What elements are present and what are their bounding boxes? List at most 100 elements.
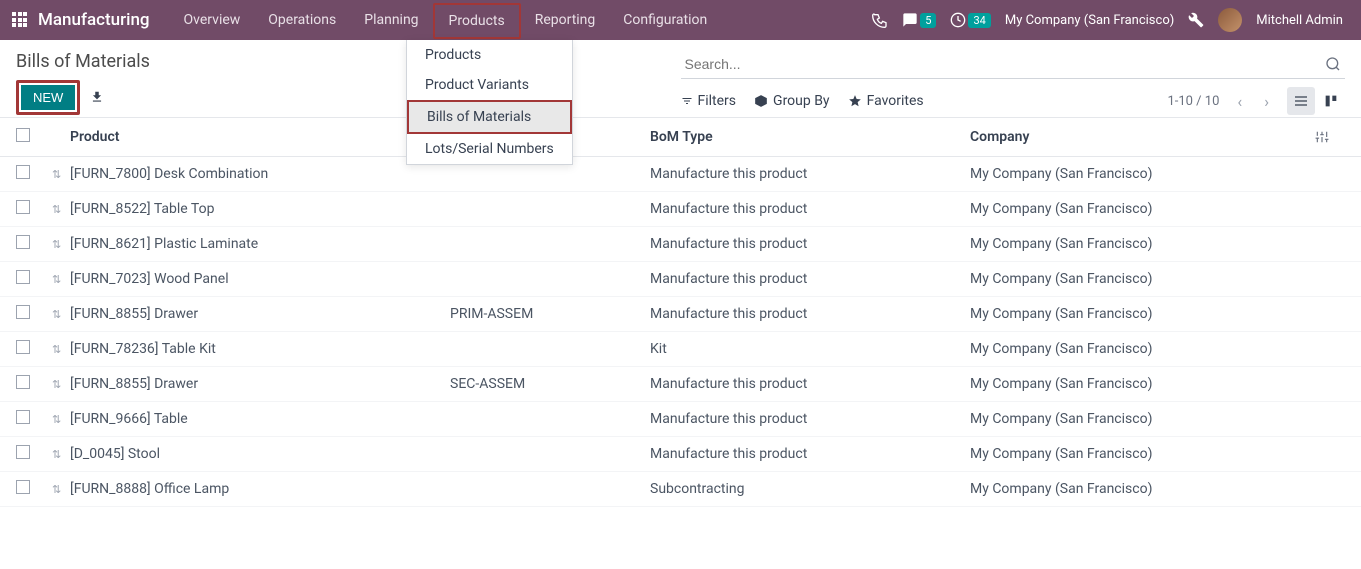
kanban-view-button[interactable]	[1317, 87, 1345, 115]
company-switcher[interactable]: My Company (San Francisco)	[1005, 13, 1174, 28]
cell-company: My Company (San Francisco)	[970, 446, 1315, 462]
cell-product: [FURN_9666] Table	[70, 411, 450, 427]
cell-company: My Company (San Francisco)	[970, 376, 1315, 392]
dropdown-bills-of-materials[interactable]: Bills of Materials	[407, 100, 572, 134]
nav-configuration[interactable]: Configuration	[609, 0, 721, 40]
column-bom-type[interactable]: BoM Type	[650, 129, 970, 145]
debug-icon[interactable]	[1188, 12, 1204, 28]
nav-reporting[interactable]: Reporting	[521, 0, 610, 40]
nav-products[interactable]: Products	[433, 3, 521, 39]
pager-prev[interactable]: ‹	[1233, 92, 1246, 111]
drag-handle-icon[interactable]: ⇅	[52, 273, 70, 286]
control-panel: Bills of Materials NEW	[0, 40, 1361, 118]
activities-icon[interactable]: 34	[950, 12, 990, 28]
drag-handle-icon[interactable]: ⇅	[52, 168, 70, 181]
column-company[interactable]: Company	[970, 129, 1315, 145]
drag-handle-icon[interactable]: ⇅	[52, 308, 70, 321]
table-row[interactable]: ⇅ [FURN_8621] Plastic Laminate Manufactu…	[0, 227, 1361, 262]
row-checkbox[interactable]	[16, 200, 30, 214]
cell-product: [FURN_8888] Office Lamp	[70, 481, 450, 497]
table-row[interactable]: ⇅ [FURN_8855] Drawer PRIM-ASSEM Manufact…	[0, 297, 1361, 332]
cell-product: [D_0045] Stool	[70, 446, 450, 462]
drag-handle-icon[interactable]: ⇅	[52, 378, 70, 391]
cell-product: [FURN_78236] Table Kit	[70, 341, 450, 357]
table-row[interactable]: ⇅ [D_0045] Stool Manufacture this produc…	[0, 437, 1361, 472]
cell-product: [FURN_7023] Wood Panel	[70, 271, 450, 287]
pager[interactable]: 1-10 / 10	[1167, 94, 1219, 109]
messages-icon[interactable]: 5	[902, 12, 936, 28]
app-name: Manufacturing	[38, 10, 150, 30]
cell-company: My Company (San Francisco)	[970, 201, 1315, 217]
drag-handle-icon[interactable]: ⇅	[52, 238, 70, 251]
table-row[interactable]: ⇅ [FURN_78236] Table Kit Kit My Company …	[0, 332, 1361, 367]
table-row[interactable]: ⇅ [FURN_7800] Desk Combination Manufactu…	[0, 157, 1361, 192]
breadcrumb: Bills of Materials	[16, 51, 681, 72]
cell-product: [FURN_8522] Table Top	[70, 201, 450, 217]
cell-company: My Company (San Francisco)	[970, 236, 1315, 252]
dropdown-lots-serial[interactable]: Lots/Serial Numbers	[407, 134, 572, 164]
optional-columns-icon[interactable]	[1315, 130, 1345, 144]
dropdown-products[interactable]: Products	[407, 40, 572, 70]
favorites-label: Favorites	[867, 93, 924, 109]
cell-company: My Company (San Francisco)	[970, 166, 1315, 182]
table-row[interactable]: ⇅ [FURN_9666] Table Manufacture this pro…	[0, 402, 1361, 437]
apps-icon[interactable]	[12, 12, 28, 28]
messages-badge: 5	[920, 13, 936, 28]
row-checkbox[interactable]	[16, 305, 30, 319]
phone-icon[interactable]	[872, 12, 888, 28]
table-row[interactable]: ⇅ [FURN_8522] Table Top Manufacture this…	[0, 192, 1361, 227]
row-checkbox[interactable]	[16, 375, 30, 389]
favorites-button[interactable]: Favorites	[848, 93, 924, 109]
main-navbar: Manufacturing Overview Operations Planni…	[0, 0, 1361, 40]
cell-reference: PRIM-ASSEM	[450, 306, 650, 322]
row-checkbox[interactable]	[16, 480, 30, 494]
avatar[interactable]	[1218, 8, 1242, 32]
drag-handle-icon[interactable]: ⇅	[52, 448, 70, 461]
cell-bom-type: Manufacture this product	[650, 306, 970, 322]
cell-bom-type: Manufacture this product	[650, 271, 970, 287]
activities-badge: 34	[968, 13, 990, 28]
row-checkbox[interactable]	[16, 410, 30, 424]
download-icon[interactable]	[90, 90, 104, 104]
cell-bom-type: Manufacture this product	[650, 201, 970, 217]
search-icon[interactable]	[1321, 56, 1345, 72]
cell-bom-type: Manufacture this product	[650, 411, 970, 427]
cell-bom-type: Subcontracting	[650, 481, 970, 497]
dropdown-product-variants[interactable]: Product Variants	[407, 70, 572, 100]
cell-company: My Company (San Francisco)	[970, 306, 1315, 322]
row-checkbox[interactable]	[16, 165, 30, 179]
groupby-button[interactable]: Group By	[754, 93, 830, 109]
drag-handle-icon[interactable]: ⇅	[52, 343, 70, 356]
column-product[interactable]: Product	[70, 129, 450, 145]
search-input[interactable]	[681, 50, 1322, 78]
cell-company: My Company (San Francisco)	[970, 271, 1315, 287]
row-checkbox[interactable]	[16, 235, 30, 249]
cell-bom-type: Manufacture this product	[650, 236, 970, 252]
filters-label: Filters	[698, 93, 737, 109]
username[interactable]: Mitchell Admin	[1256, 13, 1343, 28]
cell-bom-type: Manufacture this product	[650, 376, 970, 392]
filters-button[interactable]: Filters	[681, 93, 737, 109]
select-all-checkbox[interactable]	[16, 128, 30, 142]
cell-company: My Company (San Francisco)	[970, 481, 1315, 497]
new-button[interactable]: NEW	[21, 85, 75, 110]
pager-next[interactable]: ›	[1260, 92, 1273, 111]
table-row[interactable]: ⇅ [FURN_8855] Drawer SEC-ASSEM Manufactu…	[0, 367, 1361, 402]
cell-bom-type: Manufacture this product	[650, 446, 970, 462]
row-checkbox[interactable]	[16, 445, 30, 459]
nav-operations[interactable]: Operations	[254, 0, 350, 40]
drag-handle-icon[interactable]: ⇅	[52, 413, 70, 426]
list-view-button[interactable]	[1287, 87, 1315, 115]
cell-bom-type: Manufacture this product	[650, 166, 970, 182]
cell-company: My Company (San Francisco)	[970, 341, 1315, 357]
drag-handle-icon[interactable]: ⇅	[52, 483, 70, 496]
row-checkbox[interactable]	[16, 270, 30, 284]
row-checkbox[interactable]	[16, 340, 30, 354]
cell-product: [FURN_8855] Drawer	[70, 376, 450, 392]
nav-overview[interactable]: Overview	[170, 0, 255, 40]
table-row[interactable]: ⇅ [FURN_7023] Wood Panel Manufacture thi…	[0, 262, 1361, 297]
table-row[interactable]: ⇅ [FURN_8888] Office Lamp Subcontracting…	[0, 472, 1361, 507]
cell-product: [FURN_7800] Desk Combination	[70, 166, 450, 182]
drag-handle-icon[interactable]: ⇅	[52, 203, 70, 216]
nav-planning[interactable]: Planning	[350, 0, 432, 40]
